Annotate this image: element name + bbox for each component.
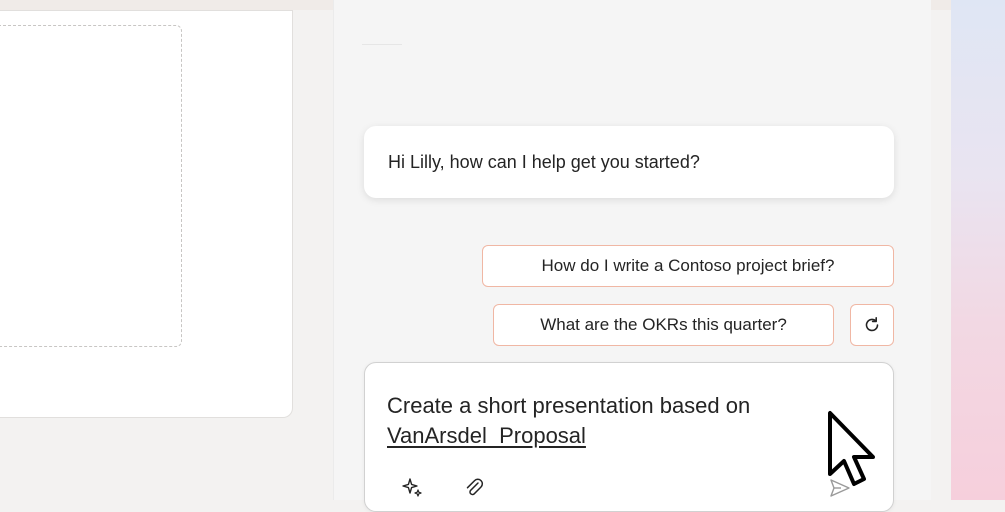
file-reference-link[interactable]: VanArsdel_Proposal [387,423,586,448]
greeting-text: Hi Lilly, how can I help get you started… [388,151,700,172]
refresh-icon [865,317,879,332]
document-canvas[interactable] [0,10,293,418]
pane-header-divider [362,44,402,45]
refresh-suggestions-button[interactable] [850,304,894,346]
attach-icon[interactable] [461,475,487,501]
suggestion-label: How do I write a Contoso project brief? [541,256,835,275]
background-gradient [951,0,1005,500]
suggestion-button-okrs[interactable]: What are the OKRs this quarter? [493,304,834,346]
mouse-pointer-icon [828,411,875,486]
sparkle-icon[interactable] [399,475,425,501]
content-placeholder[interactable] [0,25,182,347]
compose-input[interactable]: Create a short presentation based on Van… [387,391,827,451]
compose-prompt-text: Create a short presentation based on [387,393,751,418]
suggestion-label: What are the OKRs this quarter? [540,315,787,334]
greeting-card: Hi Lilly, how can I help get you started… [364,126,894,198]
compose-box[interactable]: Create a short presentation based on Van… [364,362,894,512]
suggestion-button-project-brief[interactable]: How do I write a Contoso project brief? [482,245,894,287]
